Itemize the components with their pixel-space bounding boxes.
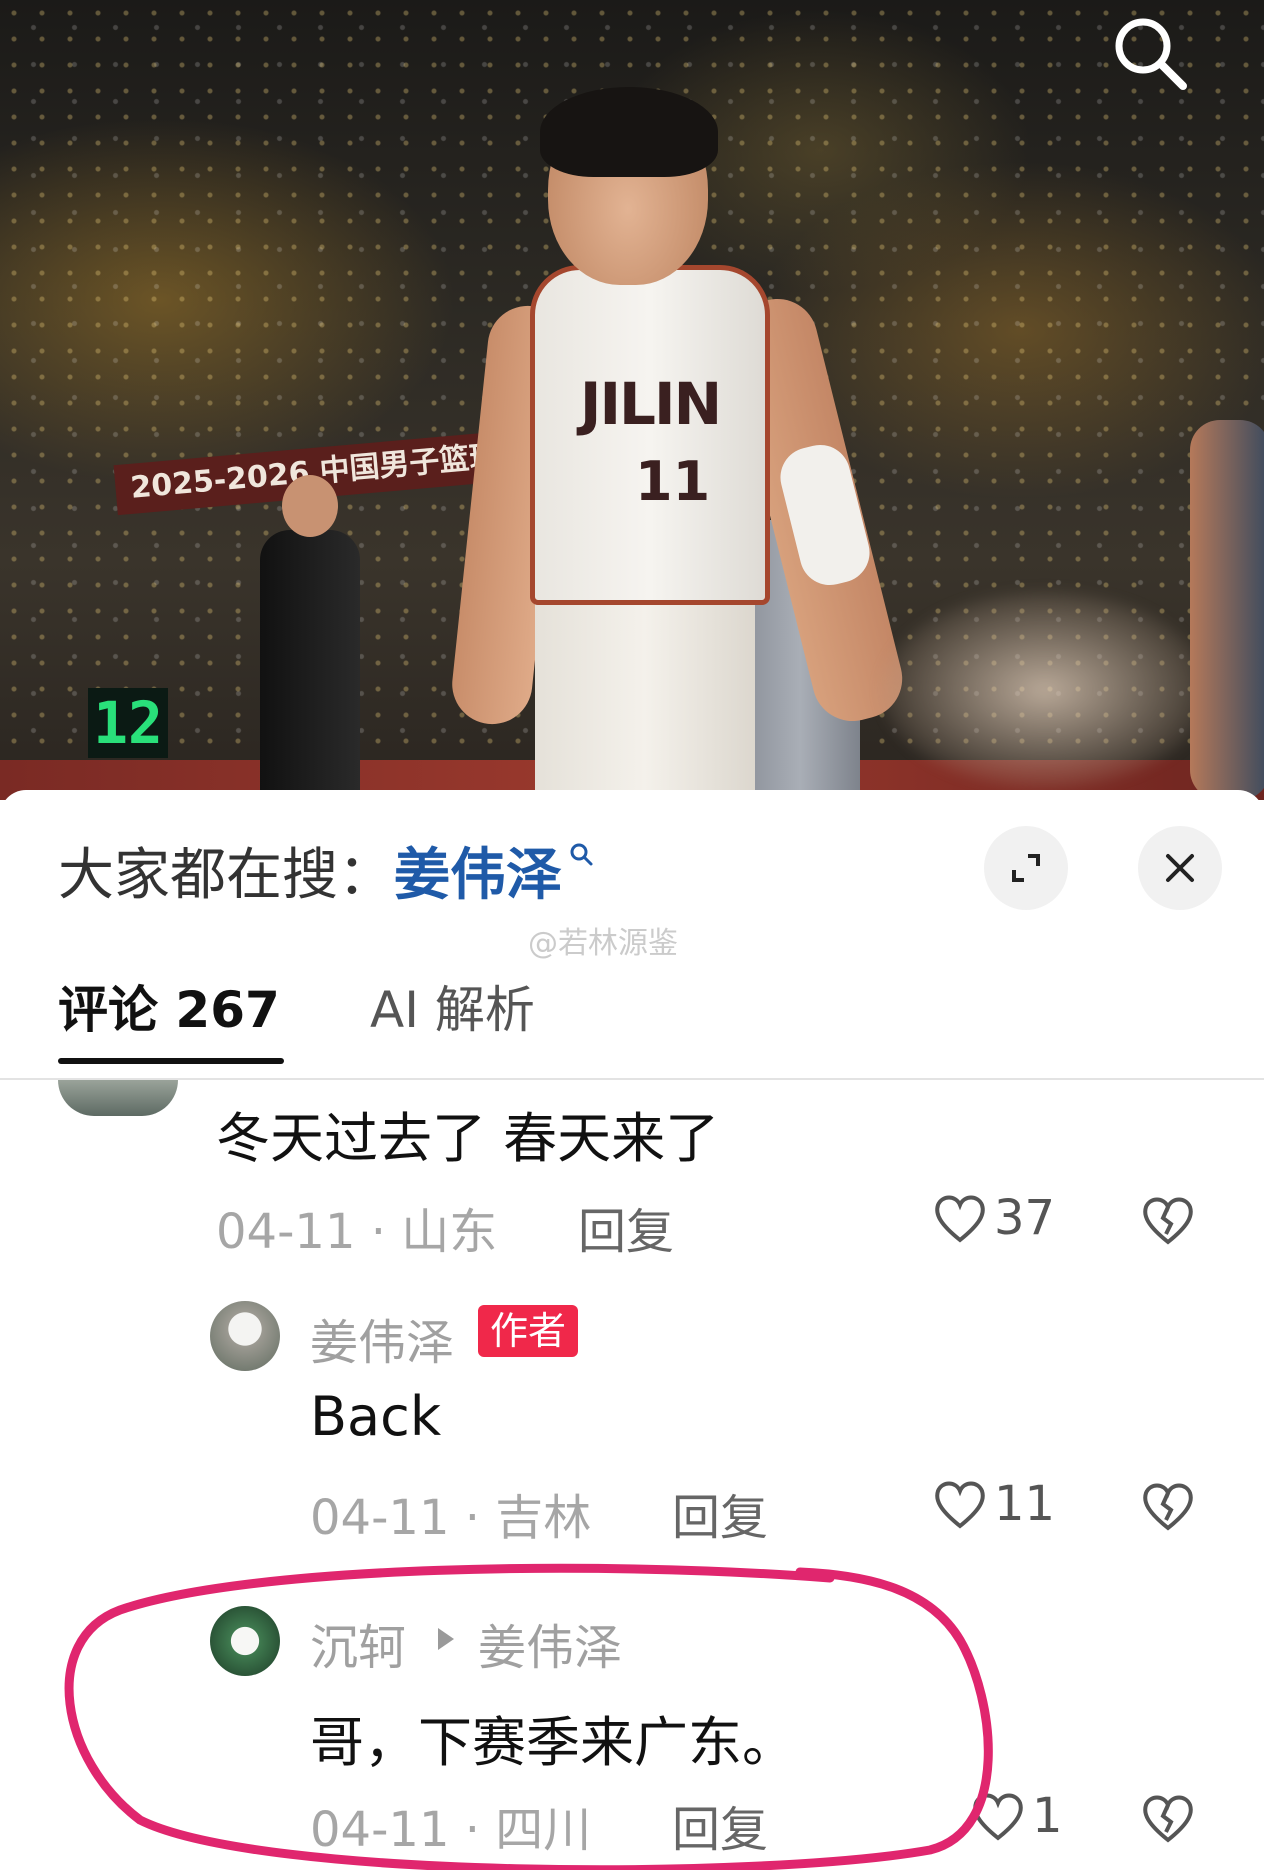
player-hair xyxy=(540,87,718,177)
active-tab-indicator xyxy=(58,1058,284,1064)
tab-comments[interactable]: 评论 267 xyxy=(58,970,280,1042)
jersey-team-text: JILIN xyxy=(579,370,722,438)
avatar[interactable] xyxy=(210,1301,280,1371)
avatar[interactable] xyxy=(210,1606,280,1676)
like-button[interactable]: 37 xyxy=(932,1190,1055,1246)
heart-icon xyxy=(973,1793,1023,1841)
comment-username[interactable]: 沉轲 xyxy=(310,1608,406,1678)
trending-search[interactable]: 大家都在搜： 姜伟泽 xyxy=(58,830,594,910)
basketball-player: JILIN 11 xyxy=(448,87,911,795)
close-button[interactable] xyxy=(1138,826,1222,910)
heart-icon xyxy=(935,1195,985,1243)
like-count: 1 xyxy=(1032,1788,1063,1844)
shot-clock: 12 xyxy=(88,688,168,758)
broken-heart-icon[interactable] xyxy=(1140,1194,1196,1246)
avatar[interactable] xyxy=(58,1080,178,1116)
comment-date-location: 04-11 · 吉林 xyxy=(310,1490,592,1546)
author-badge: 作者 xyxy=(478,1305,579,1357)
comment-text: Back xyxy=(310,1385,442,1448)
search-icon[interactable] xyxy=(1105,8,1195,98)
small-search-icon xyxy=(568,840,594,875)
broken-heart-icon[interactable] xyxy=(1140,1792,1196,1844)
referee-figure xyxy=(260,475,360,800)
comments-sheet: 大家都在搜： 姜伟泽 @若林源鉴 评论 267 AI 解析 冬天过去了 春天来了… xyxy=(0,790,1264,1870)
reply-button[interactable]: 回复 xyxy=(672,1790,768,1860)
watermark: @若林源鉴 xyxy=(528,926,678,961)
like-count: 11 xyxy=(994,1476,1056,1532)
comment-username[interactable]: 姜伟泽 xyxy=(310,1303,454,1373)
broken-heart-icon[interactable] xyxy=(1140,1480,1196,1532)
close-icon xyxy=(1166,854,1194,882)
reply-button[interactable]: 回复 xyxy=(672,1478,768,1548)
like-count: 37 xyxy=(994,1190,1056,1246)
video-frame[interactable]: 2025-2026 中国男子篮球 12 JILIN 11 xyxy=(0,0,1264,800)
trending-search-prefix: 大家都在搜： xyxy=(58,842,394,908)
reply-button[interactable]: 回复 xyxy=(578,1192,674,1262)
reply-to-username[interactable]: 姜伟泽 xyxy=(478,1608,622,1678)
trending-search-term[interactable]: 姜伟泽 xyxy=(394,830,562,911)
like-button[interactable]: 11 xyxy=(932,1476,1055,1532)
expand-button[interactable] xyxy=(984,826,1068,910)
player-jersey: JILIN 11 xyxy=(530,265,770,605)
reply-arrow-icon xyxy=(438,1628,454,1650)
heart-icon xyxy=(935,1481,985,1529)
comment-text: 冬天过去了 春天来了 xyxy=(216,1107,720,1170)
jersey-number: 11 xyxy=(635,450,711,513)
tab-ai-analysis[interactable]: AI 解析 xyxy=(370,970,535,1042)
comment-text: 哥，下赛季来广东。 xyxy=(310,1711,796,1774)
like-button[interactable]: 1 xyxy=(970,1788,1063,1844)
edge-player-figure xyxy=(1190,420,1264,800)
comment-date-location: 04-11 · 四川 xyxy=(310,1802,592,1858)
divider xyxy=(0,1078,1264,1080)
blurred-region xyxy=(880,590,1210,790)
expand-icon xyxy=(1012,854,1040,882)
comment-date-location: 04-11 · 山东 xyxy=(216,1204,498,1260)
player-shorts xyxy=(535,585,755,795)
